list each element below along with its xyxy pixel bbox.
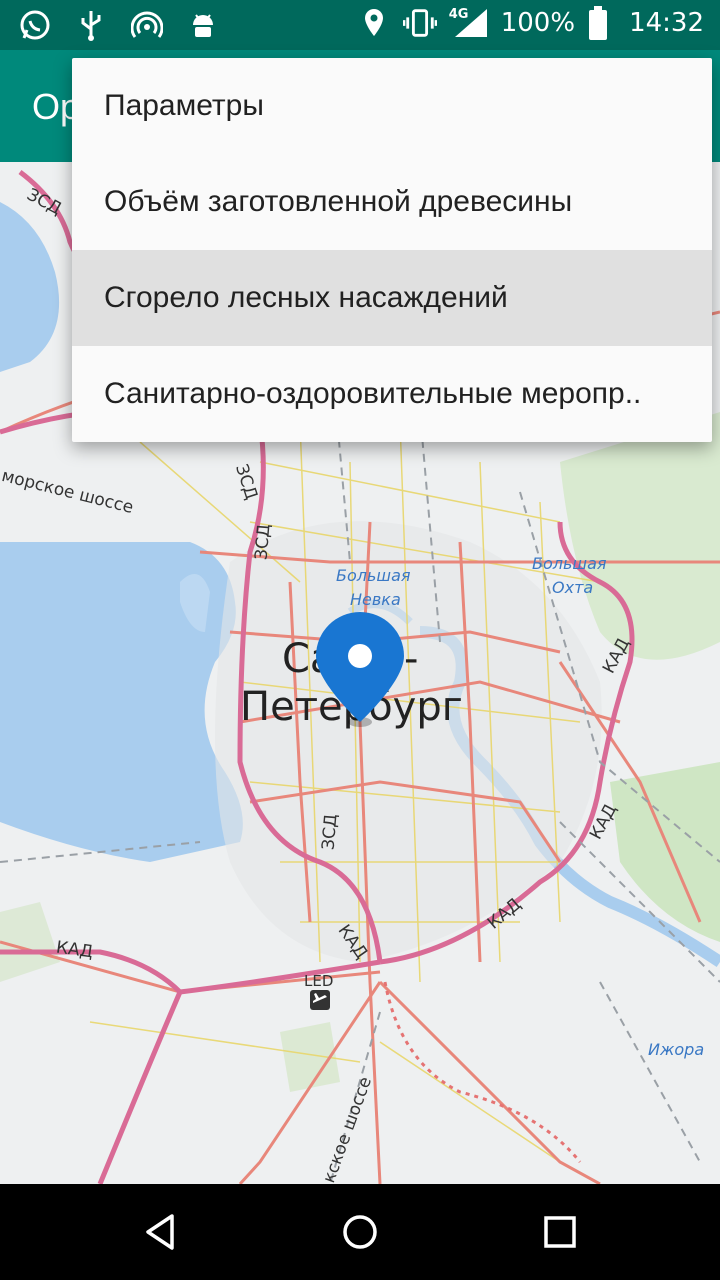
battery-icon bbox=[587, 6, 609, 40]
usb-icon bbox=[74, 8, 108, 42]
android-debug-icon bbox=[186, 8, 220, 42]
menu-item-timber-volume[interactable]: Объём заготовленной древесины bbox=[72, 154, 712, 250]
navigation-bar bbox=[0, 1184, 720, 1280]
menu-item-label: Сгорело лесных насаждений bbox=[104, 281, 508, 314]
map-label-bolshaya-okhta-1: Большая bbox=[532, 554, 607, 573]
location-icon bbox=[357, 6, 391, 40]
map-label-izhora: Ижора bbox=[648, 1040, 705, 1059]
status-bar: 4G 100% 14:32 bbox=[0, 0, 720, 50]
network-type-label: 4G bbox=[448, 7, 469, 22]
menu-item-label: Санитарно-оздоровительные меропр.. bbox=[104, 377, 642, 410]
overflow-menu: Параметры Объём заготовленной древесины … bbox=[72, 58, 712, 442]
location-marker-icon[interactable] bbox=[314, 610, 406, 730]
map-label-zsd-lower: ЗСД bbox=[251, 523, 275, 561]
map-label-bolshaya-nevka-2: Невка bbox=[350, 590, 401, 609]
map-label-zsd-south: ЗСД bbox=[318, 813, 342, 851]
home-icon[interactable] bbox=[330, 1202, 390, 1262]
map-label-city-line1-right: - bbox=[404, 636, 419, 682]
menu-item-label: Объём заготовленной древесины bbox=[104, 185, 573, 218]
signal-icon: 4G bbox=[449, 7, 489, 39]
menu-item-parameters[interactable]: Параметры bbox=[72, 58, 712, 154]
map-label-bolshaya-okhta-2: Охта bbox=[552, 578, 594, 597]
back-icon[interactable] bbox=[130, 1202, 190, 1262]
battery-percent: 100% bbox=[500, 8, 576, 38]
vibrate-icon bbox=[402, 6, 437, 40]
recents-icon[interactable] bbox=[530, 1202, 590, 1262]
hotspot-icon bbox=[130, 8, 164, 42]
map-label-bolshaya-nevka-1: Большая bbox=[336, 566, 411, 585]
whatsapp-icon bbox=[18, 8, 52, 42]
menu-item-label: Параметры bbox=[104, 89, 264, 122]
menu-item-sanitary-measures[interactable]: Санитарно-оздоровительные меропр.. bbox=[72, 346, 712, 442]
map-label-airport-code: LED bbox=[304, 972, 334, 990]
clock: 14:32 bbox=[629, 8, 704, 38]
menu-item-burned-forest[interactable]: Сгорело лесных насаждений bbox=[72, 250, 712, 346]
